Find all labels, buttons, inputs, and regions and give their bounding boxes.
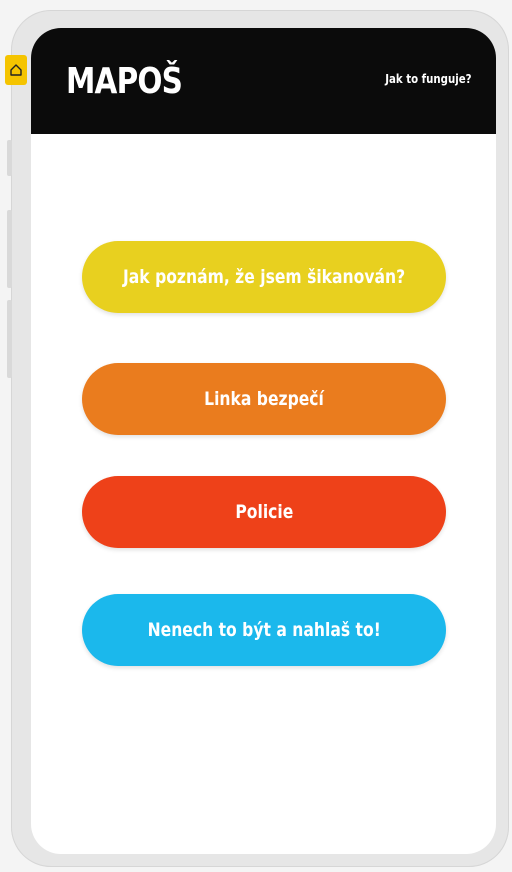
volume-button-bottom	[7, 300, 12, 378]
home-badge[interactable]	[5, 55, 27, 85]
report-button[interactable]: Nenech to být a nahlaš to!	[82, 594, 446, 666]
police-label: Policie	[235, 501, 293, 523]
volume-button-top	[7, 140, 12, 176]
report-label: Nenech to být a nahlaš to!	[147, 619, 381, 641]
app-title: MAPOŠ	[66, 61, 183, 102]
police-button[interactable]: Policie	[82, 476, 446, 548]
safety-line-button[interactable]: Linka bezpečí	[82, 363, 446, 435]
device-stage: MAPOŠ Jak to funguje? Jak poznám, že jse…	[0, 0, 512, 872]
app-screen: MAPOŠ Jak to funguje? Jak poznám, že jse…	[31, 28, 496, 854]
volume-button-middle	[7, 210, 12, 288]
how-it-works-link[interactable]: Jak to funguje?	[386, 72, 472, 86]
bullying-check-label: Jak poznám, že jsem šikanován?	[122, 266, 406, 288]
bullying-check-button[interactable]: Jak poznám, že jsem šikanován?	[82, 241, 446, 313]
home-icon	[10, 64, 22, 76]
safety-line-label: Linka bezpečí	[204, 388, 324, 410]
app-header: MAPOŠ Jak to funguje?	[31, 28, 496, 134]
